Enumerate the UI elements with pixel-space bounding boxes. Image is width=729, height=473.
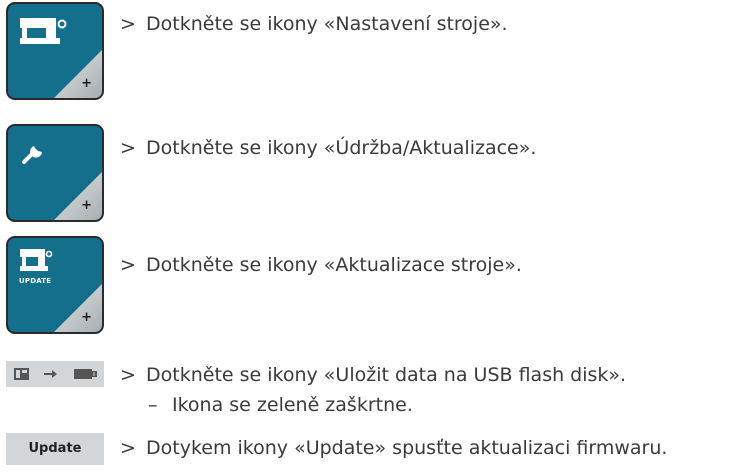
step-marker: > — [120, 364, 136, 386]
plus-icon: + — [81, 76, 92, 91]
step-marker: > — [120, 437, 136, 459]
plus-icon: + — [81, 198, 92, 213]
tile-corner — [54, 284, 102, 332]
step-marker: > — [120, 13, 136, 35]
step-marker: > — [120, 137, 136, 159]
step-text: Dotkněte se ikony «Uložit data na USB fl… — [146, 364, 627, 386]
machine-update-button[interactable]: UPDATE + — [6, 236, 104, 334]
step-text: Dotkněte se ikony «Aktualizace stroje». — [146, 254, 522, 276]
plus-icon: + — [81, 310, 92, 325]
update-button[interactable]: Update — [6, 433, 104, 465]
step-text: Dotkněte se ikony «Údržba/Aktualizace». — [146, 137, 537, 159]
step-marker: > — [120, 254, 136, 276]
tile-corner — [54, 172, 102, 220]
sewing-machine-icon — [20, 18, 67, 44]
step-text: Dotkněte se ikony «Nastavení stroje». — [146, 13, 508, 35]
sewing-machine-icon — [20, 249, 53, 271]
step-text: Dotykem ikony «Update» spusťte aktualiza… — [146, 437, 668, 459]
sub-step-text: Ikona se zeleně zaškrtne. — [172, 394, 413, 416]
update-button-label: Update — [28, 441, 82, 456]
save-to-usb-button[interactable] — [6, 361, 104, 387]
sub-step-marker: – — [148, 394, 158, 416]
update-icon-label: UPDATE — [19, 277, 52, 285]
maintenance-update-button[interactable]: + — [6, 124, 104, 222]
save-to-usb-icon — [14, 368, 97, 380]
wrench-icon — [22, 146, 42, 164]
tile-corner — [54, 50, 102, 98]
machine-settings-button[interactable]: + — [6, 2, 104, 100]
